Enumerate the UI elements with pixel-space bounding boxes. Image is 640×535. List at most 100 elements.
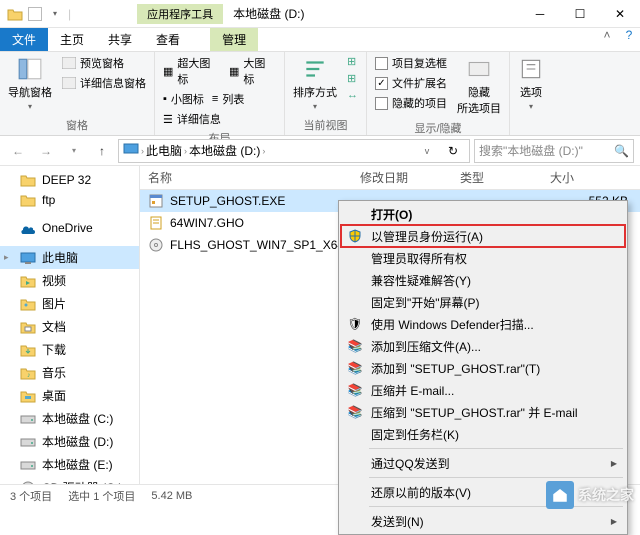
tree-item[interactable]: 文档 bbox=[0, 315, 139, 338]
tree-item[interactable]: ftp bbox=[0, 190, 139, 210]
search-box[interactable]: 搜索"本地磁盘 (D:)" 🔍 bbox=[474, 139, 634, 163]
sort-by-button[interactable]: 排序方式 ▾ bbox=[291, 54, 339, 113]
tree-item[interactable]: 本地磁盘 (D:) bbox=[0, 430, 139, 453]
ribbon-tabs: 文件 主页 共享 查看 管理 ˄ ? bbox=[0, 28, 640, 52]
forward-button[interactable]: → bbox=[34, 139, 58, 163]
tree-item-label: CD 驱动器 (G:) bbox=[42, 479, 123, 484]
file-extensions[interactable]: ✓文件扩展名 bbox=[373, 74, 449, 92]
tree-item[interactable]: 本地磁盘 (C:) bbox=[0, 407, 139, 430]
minimize-button[interactable]: ─ bbox=[520, 0, 560, 28]
tree-item[interactable]: ♪音乐 bbox=[0, 361, 139, 384]
tree-item[interactable]: 本地磁盘 (E:) bbox=[0, 453, 139, 476]
svg-text:♪: ♪ bbox=[27, 372, 31, 379]
add-columns[interactable]: ⊞ bbox=[345, 71, 360, 86]
back-button[interactable]: ← bbox=[6, 139, 30, 163]
cm-compatibility[interactable]: 兼容性疑难解答(Y) bbox=[341, 269, 625, 291]
ribbon-group-options: 选项 ▾ bbox=[510, 52, 552, 135]
crumb-root[interactable]: 此电脑 bbox=[146, 142, 182, 159]
details-pane-button[interactable]: 详细信息窗格 bbox=[60, 74, 148, 92]
cm-defender-scan[interactable]: 🛡使用 Windows Defender扫描... bbox=[341, 313, 625, 335]
up-button[interactable]: ↑ bbox=[90, 139, 114, 163]
size-columns[interactable]: ↔ bbox=[345, 88, 360, 102]
cm-compress-rar-email[interactable]: 📚压缩到 "SETUP_GHOST.rar" 并 E-mail bbox=[341, 401, 625, 423]
drive-icon bbox=[20, 458, 36, 472]
separator bbox=[369, 448, 623, 449]
cm-run-as-admin[interactable]: 以管理员身份运行(A) bbox=[341, 225, 625, 247]
tab-view[interactable]: 查看 bbox=[144, 28, 192, 51]
col-name[interactable]: 名称 bbox=[140, 169, 360, 186]
tree-item[interactable]: OneDrive bbox=[0, 218, 139, 238]
group-by[interactable]: ⊞ bbox=[345, 54, 360, 69]
cm-add-to-archive[interactable]: 📚添加到压缩文件(A)... bbox=[341, 335, 625, 357]
nav-pane-button[interactable]: 导航窗格 ▾ bbox=[6, 54, 54, 113]
chevron-down-icon[interactable]: ▾ bbox=[46, 5, 64, 23]
separator bbox=[369, 477, 623, 478]
tree-item[interactable]: CD 驱动器 (G:) bbox=[0, 476, 139, 484]
recent-button[interactable]: ▾ bbox=[62, 139, 86, 163]
refresh-button[interactable]: ↻ bbox=[441, 140, 465, 162]
tree-item[interactable]: DEEP 32 bbox=[0, 170, 139, 190]
tab-file[interactable]: 文件 bbox=[0, 28, 48, 51]
maximize-button[interactable]: ☐ bbox=[560, 0, 600, 28]
archive-icon: 📚 bbox=[347, 382, 363, 398]
item-checkboxes[interactable]: 项目复选框 bbox=[373, 54, 449, 72]
breadcrumb[interactable]: › 此电脑 › 本地磁盘 (D:) › v ↻ bbox=[118, 139, 470, 163]
ribbon-group-current-view: 排序方式 ▾ ⊞ ⊞ ↔ 当前视图 bbox=[285, 52, 367, 135]
col-type[interactable]: 类型 bbox=[460, 169, 550, 186]
help-button[interactable]: ? bbox=[618, 28, 640, 51]
preview-pane-button[interactable]: 预览窗格 bbox=[60, 54, 148, 72]
cm-open[interactable]: 打开(O) bbox=[341, 203, 625, 225]
tree-item-label: 本地磁盘 (E:) bbox=[42, 456, 113, 473]
tree-item[interactable]: 视频 bbox=[0, 269, 139, 292]
cm-qq-send[interactable]: 通过QQ发送到 bbox=[341, 452, 625, 474]
cm-compress-email[interactable]: 📚压缩并 E-mail... bbox=[341, 379, 625, 401]
ribbon-group-showhide: 项目复选框 ✓文件扩展名 隐藏的项目 隐藏 所选项目 显示/隐藏 bbox=[367, 52, 510, 135]
tree-item[interactable]: ▸此电脑 bbox=[0, 246, 139, 269]
tree-item-label: 本地磁盘 (C:) bbox=[42, 410, 113, 427]
navigation-pane[interactable]: DEEP 32 ftp OneDrive ▸此电脑视频图片文档下载♪音乐桌面本地磁盘 … bbox=[0, 166, 140, 484]
tree-item-label: OneDrive bbox=[42, 221, 93, 235]
view-extra-large[interactable]: ▦超大图标▦大图标 bbox=[161, 54, 278, 88]
archive-icon: 📚 bbox=[347, 404, 363, 420]
hidden-items[interactable]: 隐藏的项目 bbox=[373, 94, 449, 112]
qat-item[interactable] bbox=[28, 7, 42, 21]
search-icon: 🔍 bbox=[614, 144, 629, 158]
group-label: 窗格 bbox=[6, 115, 148, 133]
chevron-right-icon[interactable]: › bbox=[141, 146, 144, 156]
tab-home[interactable]: 主页 bbox=[48, 28, 96, 51]
tab-manage[interactable]: 管理 bbox=[210, 28, 258, 51]
cm-pin-start[interactable]: 固定到"开始"屏幕(P) bbox=[341, 291, 625, 313]
col-size[interactable]: 大小 bbox=[550, 169, 640, 186]
tree-item[interactable]: 下载 bbox=[0, 338, 139, 361]
cm-admin-ownership[interactable]: 管理员取得所有权 bbox=[341, 247, 625, 269]
options-button[interactable]: 选项 ▾ bbox=[516, 54, 546, 113]
col-date[interactable]: 修改日期 bbox=[360, 169, 460, 186]
tree-item[interactable]: 桌面 bbox=[0, 384, 139, 407]
cm-restore[interactable]: 还原以前的版本(V) bbox=[341, 481, 625, 503]
archive-icon: 📚 bbox=[347, 338, 363, 354]
chevron-right-icon[interactable]: › bbox=[184, 146, 187, 156]
drive-icon bbox=[20, 435, 36, 449]
tree-item[interactable]: 图片 bbox=[0, 292, 139, 315]
hide-selected-button[interactable]: 隐藏 所选项目 bbox=[455, 54, 503, 118]
search-placeholder: 搜索"本地磁盘 (D:)" bbox=[479, 142, 610, 159]
tab-share[interactable]: 共享 bbox=[96, 28, 144, 51]
tree-item-label: ftp bbox=[42, 193, 55, 207]
cm-pin-taskbar[interactable]: 固定到任务栏(K) bbox=[341, 423, 625, 445]
ribbon-collapse-button[interactable]: ˄ bbox=[596, 28, 618, 51]
view-small[interactable]: ▪小图标≡列表 bbox=[161, 90, 278, 108]
chevron-right-icon[interactable]: › bbox=[262, 146, 265, 156]
file-icon bbox=[148, 193, 164, 209]
view-details[interactable]: ☰详细信息 bbox=[161, 110, 278, 128]
desktop-icon bbox=[20, 389, 36, 403]
nav-pane-label: 导航窗格 bbox=[8, 84, 52, 100]
history-dropdown[interactable]: v bbox=[415, 140, 439, 162]
cm-send-to[interactable]: 发送到(N) bbox=[341, 510, 625, 532]
window-title: 本地磁盘 (D:) bbox=[233, 5, 520, 22]
tree-item-label: 视频 bbox=[42, 272, 66, 289]
crumb-current[interactable]: 本地磁盘 (D:) bbox=[189, 142, 260, 159]
cm-add-to-rar[interactable]: 📚添加到 "SETUP_GHOST.rar"(T) bbox=[341, 357, 625, 379]
tree-item-label: 此电脑 bbox=[42, 249, 78, 266]
close-button[interactable]: ✕ bbox=[600, 0, 640, 28]
tree-item-label: DEEP 32 bbox=[42, 173, 91, 187]
